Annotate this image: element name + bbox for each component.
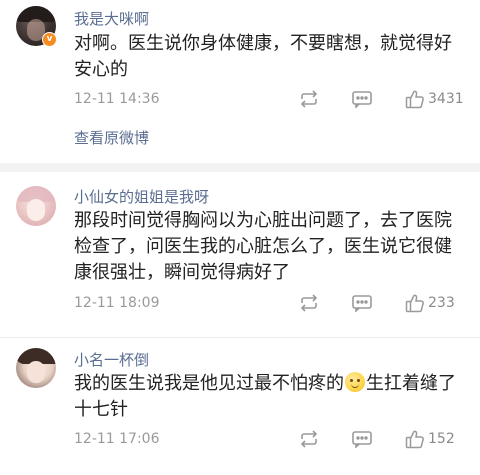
like-button[interactable]: 3431 (405, 88, 464, 110)
thumbs-up-icon (405, 430, 424, 449)
action-bar: 3431 (0, 88, 480, 110)
comment-item: 小仙女的姐姐是我呀 那段时间觉得胸闷以为心脏出问题了，去了医院检查了，问医生我的… (0, 172, 480, 337)
like-count: 3431 (428, 91, 464, 107)
avatar[interactable] (16, 186, 56, 226)
smile-emoji-icon (345, 372, 365, 392)
repost-icon (300, 294, 318, 312)
comment-text: 对啊。医生说你身体健康，不要瞎想，就觉得好安心的 (74, 33, 452, 80)
verified-badge-icon: v (42, 32, 57, 47)
thumbs-up-icon (405, 294, 424, 313)
comment-item: v 我是大咪啊 对啊。医生说你身体健康，不要瞎想，就觉得好安心的 12-11 1… (0, 0, 480, 163)
comment-text: 那段时间觉得胸闷以为心脏出问题了，去了医院检查了，问医生我的心脏怎么了，医生说它… (74, 210, 452, 283)
thumbs-up-icon (405, 90, 424, 109)
comment-item: 小名一杯倒 我的医生说我是他见过最不怕疼的 生扛着缝了十七针 12-11 17:0… (0, 337, 480, 475)
action-bar: 233 (0, 292, 480, 314)
comment-text: 我的医生说我是他见过最不怕疼的 生扛着缝了十七针 (74, 371, 466, 423)
comment-button[interactable] (351, 88, 373, 110)
comment-button[interactable] (351, 428, 373, 450)
repost-icon (300, 430, 318, 448)
repost-button[interactable] (298, 88, 320, 110)
separator (0, 163, 480, 172)
username[interactable]: 小仙女的姐姐是我呀 (74, 186, 209, 207)
action-bar: 152 (0, 428, 480, 450)
comment-button[interactable] (351, 292, 373, 314)
username[interactable]: 我是大咪啊 (74, 8, 149, 29)
comment-icon (352, 431, 372, 448)
comment-icon (352, 295, 372, 312)
comment-text-part: 我的医生说我是他见过最不怕疼的 (74, 373, 344, 394)
like-button[interactable]: 152 (405, 428, 455, 450)
like-count: 152 (428, 431, 455, 447)
avatar[interactable] (16, 348, 56, 388)
repost-button[interactable] (298, 292, 320, 314)
like-count: 233 (428, 295, 455, 311)
repost-button[interactable] (298, 428, 320, 450)
like-button[interactable]: 233 (405, 292, 455, 314)
repost-icon (300, 90, 318, 108)
view-original-link[interactable]: 查看原微博 (74, 127, 149, 148)
comment-icon (352, 91, 372, 108)
username[interactable]: 小名一杯倒 (74, 349, 149, 370)
